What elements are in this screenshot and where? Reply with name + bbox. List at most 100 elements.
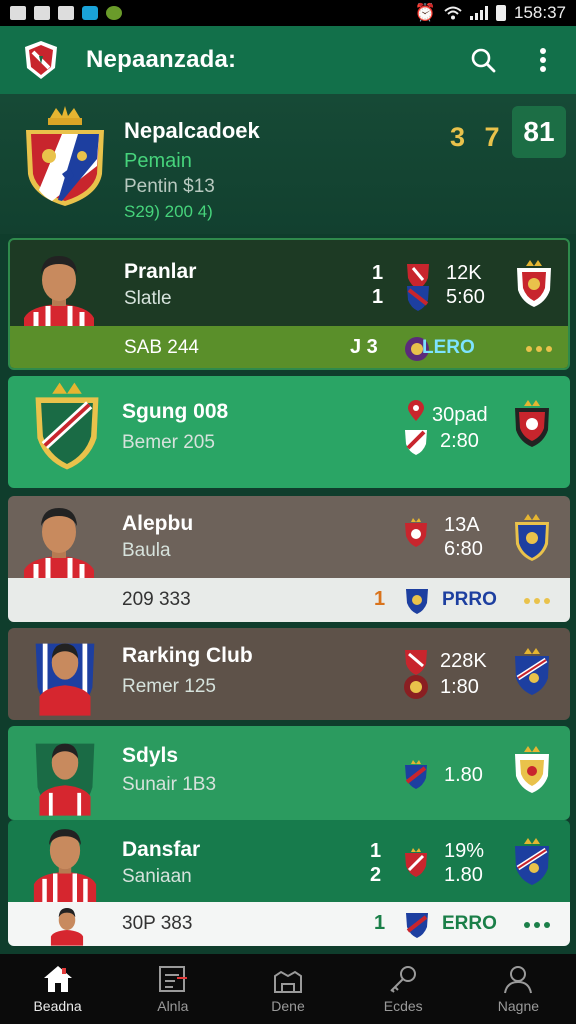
team-card[interactable]: Sgung 008 Bemer 205 30pad 2:80 [8,376,570,488]
card-footer: 30P 383 1 ERRO [8,902,570,946]
team-name: Sdyls [122,744,179,767]
footer-badge: LERO [422,337,475,358]
nav-item-key[interactable]: Ecdes [346,954,461,1024]
player-stat: 6:80 [444,538,483,560]
more-icon[interactable] [524,922,550,928]
footer-label: SAB 244 [124,337,199,358]
team-subtitle: Bemer 205 [122,432,215,453]
nav-item-list[interactable]: Alnla [115,954,230,1024]
footer-score: 1 [374,912,386,934]
status-bar: ⏰ 158:37 [0,0,576,26]
player-name: Dansfar [122,838,201,861]
app-notification-icon [82,6,98,20]
club-crest-icon [407,286,429,311]
stat-number: 1 [370,840,382,862]
player-stat: 1.80 [444,864,483,886]
player-name: Pranlar [124,260,197,283]
team-info: Pentin $13 [124,176,215,197]
player-card[interactable]: Dansfar Saniaan 1 2 19% 1.80 30P 383 1 E… [8,820,570,946]
club-crest-icon [405,848,427,877]
footer-badge: ERRO [442,913,497,934]
player-stat: 5:60 [446,286,485,308]
bottom-nav: Beadna Alnla Dene Ecdes Nagne [0,954,576,1024]
team-subtitle: Pemain [124,150,192,172]
team-score: 3 7 [450,122,506,152]
player-position: Saniaan [122,866,192,887]
team-stat: 1:80 [440,676,479,698]
footer-badge: PRRO [442,589,497,610]
team-stat: 30pad [432,404,488,426]
player-position: Baula [122,540,171,561]
club-crest-icon [404,675,428,699]
nav-item-profile[interactable]: Nagne [461,954,576,1024]
nav-label: Nagne [497,998,540,1014]
team-card[interactable]: Sdyls Sunair 1B3 1.80 [8,726,570,820]
club-crest-icon [405,430,427,455]
player-avatar [24,508,94,590]
team-stat: 1.80 [444,764,483,786]
team-name: Nepalcadoek [124,118,260,143]
footer-score: 1 [374,588,386,610]
team-crest-icon [515,746,549,793]
nav-label: Alnla [157,998,189,1014]
more-icon[interactable] [524,598,550,604]
more-icon[interactable] [526,346,552,352]
app-title: Nepaanzada: [86,46,237,73]
player-avatar [35,743,95,816]
signal-icon [470,6,488,20]
team-name: Sgung 008 [122,400,229,423]
app-logo[interactable] [18,37,64,83]
team-subtitle: Remer 125 [122,676,216,697]
player-card[interactable]: Pranlar Slatle 1 1 12K 5:60 SAB 244 J 3 … [8,238,570,370]
team-rating-badge[interactable]: 81 [512,106,566,158]
footer-label: 30P 383 [122,913,193,934]
player-avatar [35,643,95,716]
alarm-icon: ⏰ [414,3,436,22]
edit-notification-icon [34,6,50,20]
footer-score: J 3 [350,336,378,358]
stat-number: 1 [372,262,384,284]
team-crest-icon [26,106,104,206]
ball-notification-icon [106,6,122,20]
player-avatar [33,829,97,902]
team-subtitle: Sunair 1B3 [122,774,217,795]
player-avatar [24,256,94,338]
image-notification-icon [10,6,26,20]
stat-number: 2 [370,864,382,886]
home-icon [43,966,72,992]
club-crest-icon [405,760,427,789]
nav-label: Beadna [33,998,82,1014]
player-stat: 12K [446,262,482,284]
card-footer: 209 333 1 PRRO [8,578,570,622]
nav-item-stadium[interactable]: Dene [230,954,345,1024]
team-stat: 228K [440,650,487,672]
stat-number: 1 [372,286,384,308]
stadium-icon [274,970,302,993]
team-crest-icon [515,648,549,695]
team-meta: S29) 200 4) [124,202,213,221]
search-icon[interactable] [468,45,498,75]
profile-icon [504,966,533,994]
team-crest-icon [515,838,549,885]
player-card[interactable]: Alepbu Baula 13A 6:80 209 333 1 PRRO [8,496,570,622]
team-card[interactable]: Rarking Club Remer 125 228K 1:80 [8,628,570,720]
list-icon [158,966,187,992]
club-crest-icon [406,589,428,614]
team-crest-icon [517,260,551,307]
location-icon [408,400,424,421]
wifi-icon [444,6,462,20]
gallery-notification-icon [58,6,74,20]
team-crest-icon [515,400,549,447]
team-crest-icon [35,382,99,470]
nav-label: Ecdes [383,998,423,1014]
more-vert-icon[interactable] [528,45,558,75]
club-crest-icon [406,913,428,938]
card-footer: SAB 244 J 3 LERO [10,326,568,368]
nav-item-home[interactable]: Beadna [0,954,115,1024]
team-header: Nepalcadoek Pemain Pentin $13 S29) 200 4… [0,94,576,234]
footer-label: 209 333 [122,589,191,610]
player-stat: 19% [444,840,485,862]
nav-label: Dene [271,998,305,1014]
team-stat: 2:80 [440,430,479,452]
club-crest-icon [405,518,427,547]
